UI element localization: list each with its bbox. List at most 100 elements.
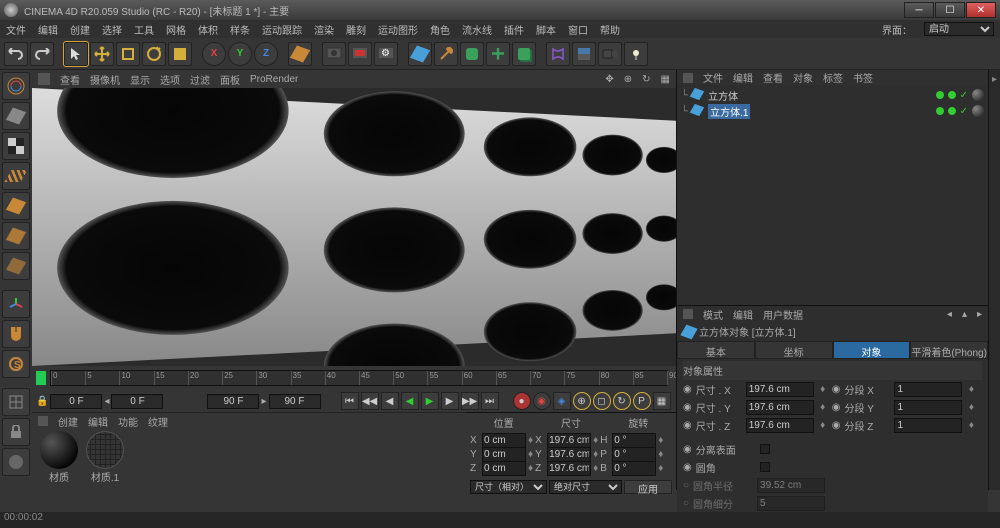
goto-end-button[interactable]: ⏭ [481, 392, 499, 410]
radio-icon[interactable]: ◉ [683, 444, 692, 455]
vp-zoom-icon[interactable]: ⊕ [624, 74, 632, 85]
objtab-bookmarks[interactable]: 书签 [853, 70, 873, 85]
attr-up-icon[interactable]: ▴ [962, 309, 967, 320]
expand-icon[interactable]: └ [681, 90, 688, 101]
mat-menu-icon[interactable] [38, 416, 48, 426]
radio-icon[interactable]: ◉ [832, 402, 841, 413]
menu-spline[interactable]: 样条 [230, 22, 250, 37]
undo-button[interactable] [4, 42, 28, 66]
key-options-button[interactable]: ▦ [653, 392, 671, 410]
rotate-tool[interactable] [142, 42, 166, 66]
rot-field[interactable] [612, 433, 656, 448]
menu-motion-tracking[interactable]: 运动跟踪 [262, 22, 302, 37]
play-button[interactable]: ▶ [421, 392, 439, 410]
menu-sculpt[interactable]: 雕刻 [346, 22, 366, 37]
vp-view-icon[interactable] [38, 73, 50, 85]
objtab-objects[interactable]: 对象 [793, 70, 813, 85]
visibility-render-icon[interactable] [948, 91, 956, 99]
menu-edit[interactable]: 编辑 [38, 22, 58, 37]
x-lock-button[interactable]: X [202, 42, 226, 66]
menu-mesh[interactable]: 网格 [166, 22, 186, 37]
vptab-filter[interactable]: 过滤 [190, 72, 210, 87]
coord-abs-select[interactable]: 绝对尺寸 [549, 480, 622, 494]
objtab-view[interactable]: 查看 [763, 70, 783, 85]
radio-icon[interactable]: ◉ [832, 420, 841, 431]
material-slot[interactable]: 材质 [38, 431, 80, 484]
move-tool[interactable] [90, 42, 114, 66]
size-field[interactable] [547, 461, 591, 476]
play-back-button[interactable]: ◀ [401, 392, 419, 410]
prev-key-button[interactable]: ◀◀ [361, 392, 379, 410]
layout-selector[interactable]: 启动 [924, 22, 994, 36]
tab-object[interactable]: 对象 [833, 341, 911, 359]
menu-plugins[interactable]: 插件 [504, 22, 524, 37]
attr-edit[interactable]: 编辑 [733, 307, 753, 322]
goto-start-button[interactable]: ⏮ [341, 392, 359, 410]
axis-button[interactable] [2, 290, 30, 318]
make-editable-button[interactable] [2, 72, 30, 100]
attr-fwd-icon[interactable]: ▸ [977, 309, 982, 320]
y-lock-button[interactable]: Y [228, 42, 252, 66]
spline-pen-button[interactable] [434, 42, 458, 66]
snap-settings-button[interactable] [2, 448, 30, 476]
subdivision-button[interactable] [460, 42, 484, 66]
vp-layout-icon[interactable]: ▦ [661, 74, 670, 85]
step-l-icon[interactable]: ◂ [104, 396, 109, 407]
cursor-tool[interactable] [64, 42, 88, 66]
maximize-button[interactable]: ☐ [935, 2, 965, 18]
material-slot[interactable]: 材质.1 [84, 431, 126, 484]
lock-button[interactable] [2, 418, 30, 446]
menu-help[interactable]: 帮助 [600, 22, 620, 37]
tab-phong[interactable]: 平滑着色(Phong) [910, 341, 988, 359]
menu-character[interactable]: 角色 [430, 22, 450, 37]
menu-script[interactable]: 脚本 [536, 22, 556, 37]
lock-start-icon[interactable]: 🔒 [36, 396, 48, 407]
render-pv-button[interactable] [348, 42, 372, 66]
attr-userdata[interactable]: 用户数据 [763, 307, 803, 322]
vptab-prorender[interactable]: ProRender [250, 74, 298, 85]
scale-tool[interactable] [116, 42, 140, 66]
tab-basic[interactable]: 基本 [677, 341, 755, 359]
pos-field[interactable] [482, 461, 526, 476]
attr-menu-icon[interactable] [683, 309, 693, 319]
deformer-button[interactable] [546, 42, 570, 66]
object-name[interactable]: 立方体 [708, 88, 738, 103]
menu-volume[interactable]: 体积 [198, 22, 218, 37]
close-button[interactable]: ✕ [966, 2, 996, 18]
visibility-editor-icon[interactable] [936, 91, 944, 99]
key-scale-button[interactable]: ◻ [593, 392, 611, 410]
object-row[interactable]: └ 立方体 ✓ [681, 87, 984, 103]
objtab-edit[interactable]: 编辑 [733, 70, 753, 85]
z-lock-button[interactable]: Z [254, 42, 278, 66]
expand-icon[interactable]: └ [681, 106, 688, 117]
fillet-checkbox[interactable] [760, 462, 770, 472]
size-field[interactable] [547, 433, 591, 448]
environment-button[interactable] [572, 42, 596, 66]
frame-start-field[interactable]: 0 F [50, 394, 102, 409]
menu-mograph[interactable]: 运动图形 [378, 22, 418, 37]
timeline-marker-icon[interactable] [36, 371, 46, 385]
render-settings-button[interactable]: ⚙ [374, 42, 398, 66]
menu-pipeline[interactable]: 流水线 [462, 22, 492, 37]
objtab-file[interactable]: 文件 [703, 70, 723, 85]
redo-button[interactable] [30, 42, 54, 66]
menu-tools[interactable]: 工具 [134, 22, 154, 37]
primitive-cube-button[interactable] [408, 42, 432, 66]
sep-surfaces-checkbox[interactable] [760, 444, 770, 454]
attr-back-icon[interactable]: ◂ [947, 309, 952, 320]
coord-mode-select[interactable]: 尺寸（相对） [470, 480, 547, 494]
mat-edit[interactable]: 编辑 [88, 414, 108, 429]
obj-menu-icon[interactable] [683, 73, 693, 83]
visibility-editor-icon[interactable] [936, 107, 944, 115]
render-view-button[interactable] [322, 42, 346, 66]
vptab-panel[interactable]: 面板 [220, 72, 240, 87]
mouse-select-button[interactable] [2, 320, 30, 348]
frame-end-field[interactable]: 90 F [269, 394, 321, 409]
pos-field[interactable] [482, 433, 526, 448]
menu-file[interactable]: 文件 [6, 22, 26, 37]
menu-select[interactable]: 选择 [102, 22, 122, 37]
pos-field[interactable] [482, 447, 526, 462]
menu-render[interactable]: 渲染 [314, 22, 334, 37]
apply-button[interactable]: 应用 [624, 480, 672, 494]
step-r-icon[interactable]: ▸ [261, 396, 266, 407]
